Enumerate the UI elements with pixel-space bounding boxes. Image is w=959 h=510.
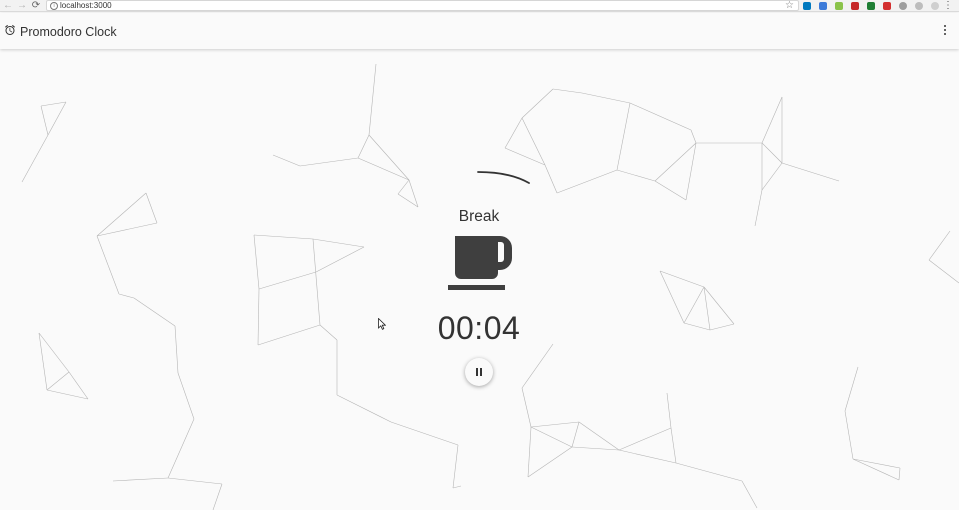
alarm-clock-icon	[5, 24, 15, 35]
time-display: 00:04	[437, 310, 521, 346]
coffee-cup-icon	[448, 236, 512, 290]
mode-label: Break	[458, 208, 500, 225]
progress-ring	[477, 171, 530, 184]
pause-icon	[476, 368, 478, 376]
more-vert-icon[interactable]	[943, 25, 947, 37]
pause-button[interactable]	[465, 358, 493, 386]
timer-panel: Break 00:04	[0, 0, 959, 510]
mouse-cursor-icon	[378, 318, 386, 330]
app-bar: Promodoro Clock	[0, 13, 959, 49]
page-title: Promodoro Clock	[20, 25, 117, 39]
